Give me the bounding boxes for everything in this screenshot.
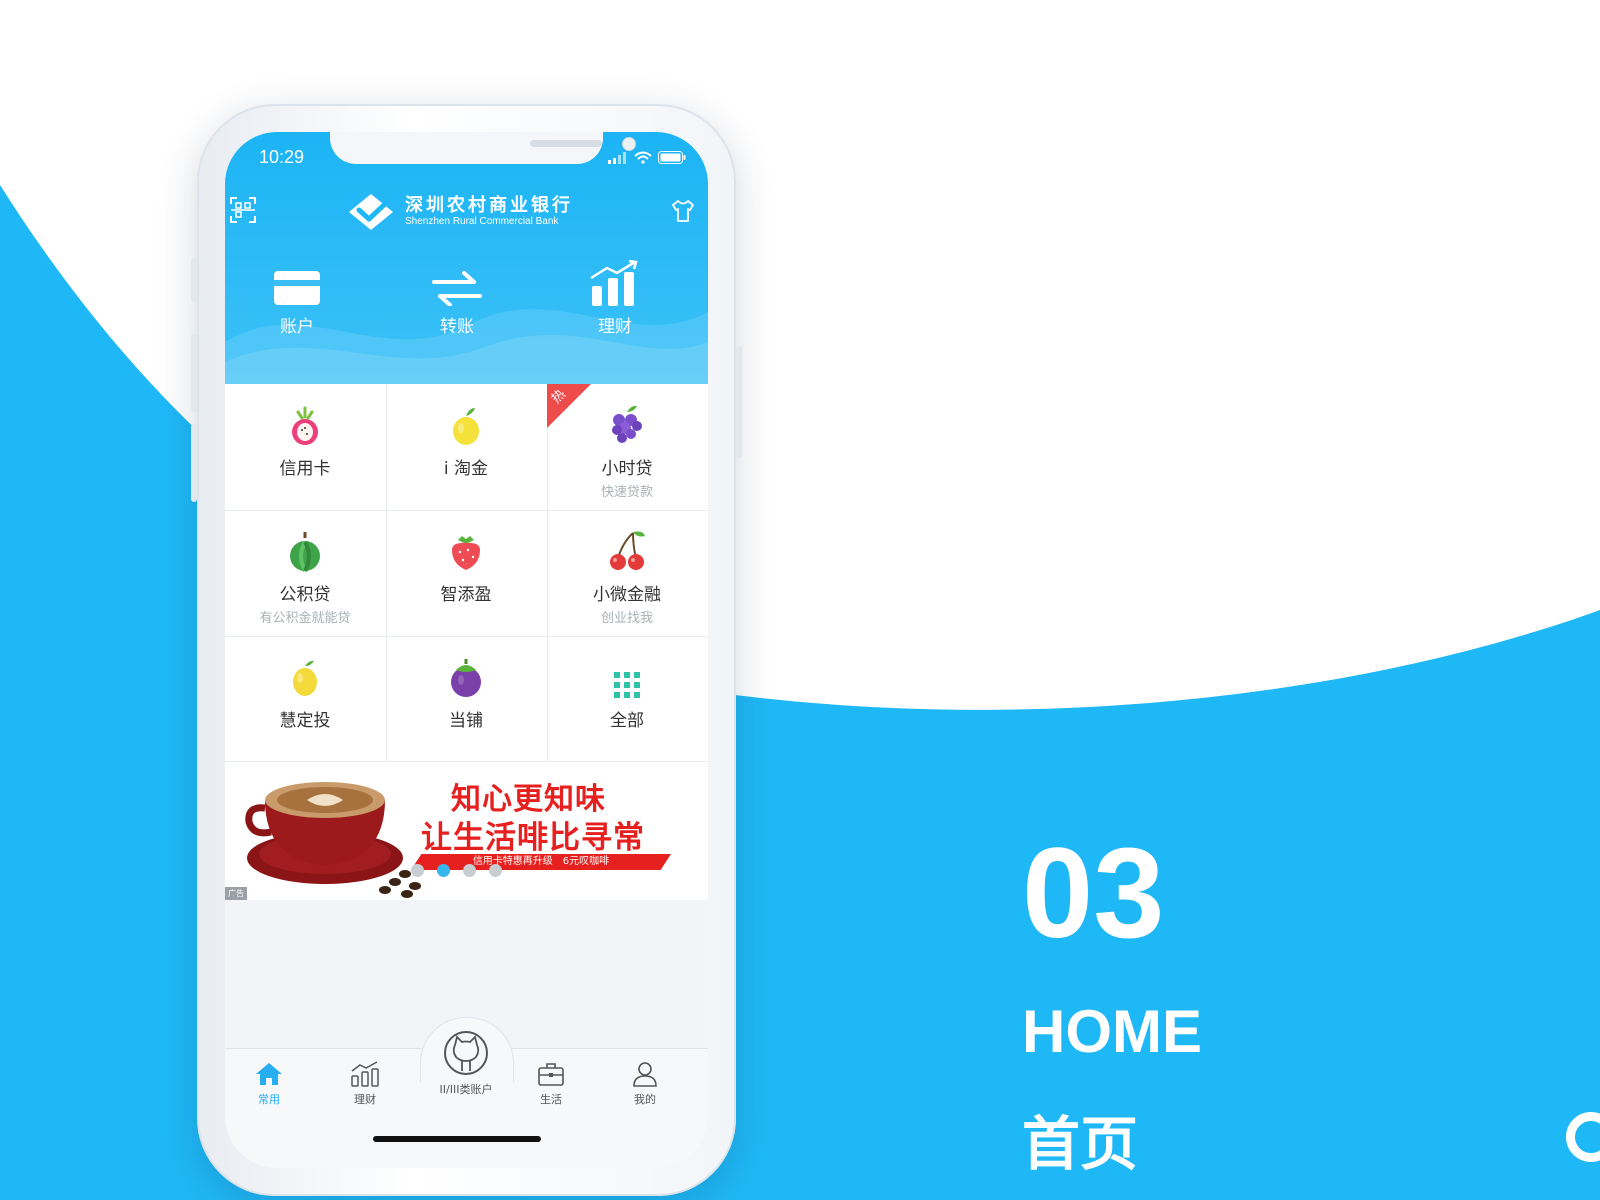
service-label: 慧定投 bbox=[279, 711, 331, 731]
grape-icon bbox=[612, 405, 642, 443]
mascot-icon bbox=[444, 1031, 488, 1075]
home-icon bbox=[256, 1063, 282, 1085]
service-label: 当铺 bbox=[449, 711, 483, 731]
lemon-icon bbox=[293, 660, 317, 696]
qr-scan-icon[interactable] bbox=[229, 196, 257, 224]
wifi-icon bbox=[634, 151, 652, 164]
grid-icon bbox=[614, 672, 640, 698]
quick-action-label: 理财 bbox=[598, 317, 632, 337]
service-label: 智添盈 bbox=[440, 585, 492, 605]
battery-icon bbox=[658, 151, 686, 164]
signal-icon bbox=[608, 152, 626, 164]
bank-name-en: Shenzhen Rural Commercial Bank bbox=[405, 216, 559, 227]
tab-label: 理财 bbox=[354, 1093, 376, 1106]
tab-label: 我的 bbox=[634, 1093, 656, 1106]
transfer-icon bbox=[432, 271, 482, 306]
service-provident-fund-loan[interactable]: 公积贷 有公积金就能贷 bbox=[225, 510, 385, 635]
card-icon bbox=[274, 271, 320, 305]
phone-notch bbox=[330, 132, 636, 164]
bank-logo-icon bbox=[349, 194, 393, 230]
tab-me[interactable]: 我的 bbox=[605, 1059, 685, 1107]
service-smart-investment[interactable]: 慧定投 bbox=[225, 636, 385, 761]
bank-logo: 深圳农村商业银行 Shenzhen Rural Commercial Bank bbox=[347, 192, 573, 232]
service-zhitianying[interactable]: 智添盈 bbox=[386, 510, 546, 635]
phone-side-button bbox=[191, 424, 197, 502]
service-sublabel: 有公积金就能贷 bbox=[259, 611, 351, 626]
service-pawnshop[interactable]: 当铺 bbox=[386, 636, 546, 761]
carousel-dot[interactable] bbox=[463, 864, 476, 877]
service-hourly-loan[interactable]: 热 小时贷 快速贷款 bbox=[547, 384, 707, 509]
quick-action-label: 账户 bbox=[280, 317, 314, 337]
briefcase-icon bbox=[538, 1063, 564, 1086]
quick-action-account[interactable]: 账户 bbox=[227, 260, 367, 337]
tab-common[interactable]: 常用 bbox=[229, 1059, 309, 1107]
phone-screen: 10:29 深圳农村商业银行 Shenzhen Rural Commercial… bbox=[225, 132, 708, 1168]
section-title-cn: 首页 bbox=[1022, 1110, 1139, 1178]
service-credit-card[interactable]: 信用卡 bbox=[225, 384, 385, 509]
service-i-taojin[interactable]: i 淘金 bbox=[386, 384, 546, 509]
dragonfruit-icon bbox=[292, 406, 318, 445]
service-label: 信用卡 bbox=[279, 459, 331, 479]
coffee-cup-image bbox=[245, 782, 421, 898]
ad-tag: 广告 bbox=[225, 887, 247, 900]
lemon-icon bbox=[453, 408, 479, 445]
quick-action-transfer[interactable]: 转账 bbox=[387, 260, 527, 337]
service-label: 全部 bbox=[610, 711, 644, 731]
quick-action-wealth[interactable]: 理财 bbox=[545, 260, 685, 337]
user-icon bbox=[633, 1062, 657, 1087]
carousel-dot[interactable] bbox=[411, 864, 424, 877]
guava-icon bbox=[290, 532, 320, 572]
tab-wealth[interactable]: 理财 bbox=[325, 1059, 405, 1107]
tab-accounts-ii-iii[interactable]: II/III类账户 bbox=[426, 1027, 506, 1097]
phone-side-button bbox=[191, 258, 197, 302]
service-label: 公积贷 bbox=[279, 585, 331, 605]
service-all[interactable]: 全部 bbox=[547, 636, 707, 761]
phone-side-button bbox=[191, 334, 197, 412]
carousel-dot[interactable] bbox=[489, 864, 502, 877]
tab-label: 常用 bbox=[258, 1093, 280, 1106]
carousel-dot-active[interactable] bbox=[437, 864, 450, 877]
strawberry-icon bbox=[452, 536, 480, 570]
chart-icon bbox=[351, 1061, 379, 1087]
speaker bbox=[530, 140, 602, 147]
service-sublabel: 快速贷款 bbox=[600, 485, 653, 500]
status-time: 10:29 bbox=[259, 147, 305, 167]
service-label: i 淘金 bbox=[443, 459, 489, 479]
tab-label: 生活 bbox=[540, 1093, 562, 1106]
phone-side-button bbox=[736, 346, 742, 458]
mangosteen-icon bbox=[451, 659, 481, 697]
quick-action-label: 转账 bbox=[440, 317, 474, 337]
cherry-icon bbox=[610, 531, 645, 570]
ad-banner[interactable]: 知心更知味 让生活啡比寻常 信用卡特惠再升级 6元叹咖啡 广告 bbox=[225, 762, 708, 900]
service-label: 小时贷 bbox=[601, 459, 653, 479]
chart-icon bbox=[590, 260, 638, 306]
service-sublabel: 创业找我 bbox=[600, 611, 653, 626]
bank-name-cn: 深圳农村商业银行 bbox=[405, 195, 573, 216]
ad-slogan-line2: 让生活啡比寻常 bbox=[421, 820, 645, 856]
tab-life[interactable]: 生活 bbox=[511, 1059, 591, 1107]
bottom-tab-bar: 常用 理财 II/III类账户 生活 我的 bbox=[225, 1017, 708, 1168]
tab-label: II/III类账户 bbox=[439, 1083, 493, 1096]
app-header: 10:29 深圳农村商业银行 Shenzhen Rural Commercial… bbox=[225, 132, 708, 384]
service-grid: 信用卡 i 淘金 热 小时贷 快速贷款 公积贷 有公积金就能贷 智添盈 小微金融… bbox=[225, 384, 708, 762]
service-label: 小微金融 bbox=[593, 585, 661, 605]
carousel-indicator bbox=[411, 864, 502, 877]
service-micro-finance[interactable]: 小微金融 创业找我 bbox=[547, 510, 707, 635]
section-number: 03 bbox=[1022, 822, 1165, 965]
section-title-en: HOME bbox=[1022, 998, 1202, 1065]
front-camera bbox=[622, 137, 636, 151]
home-indicator[interactable] bbox=[373, 1136, 541, 1142]
shirt-icon[interactable] bbox=[670, 198, 696, 224]
status-icons bbox=[608, 151, 686, 164]
